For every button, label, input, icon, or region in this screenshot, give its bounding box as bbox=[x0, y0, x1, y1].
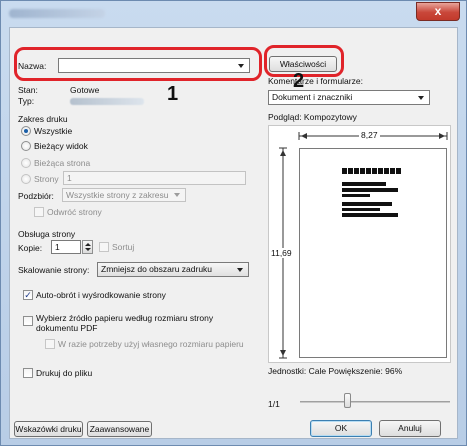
chevron-down-icon bbox=[418, 95, 424, 100]
collate-checkbox[interactable] bbox=[99, 242, 109, 252]
copies-input[interactable]: 1 bbox=[51, 240, 81, 254]
print-to-file-checkbox[interactable] bbox=[23, 368, 33, 378]
preview-text-line bbox=[342, 188, 398, 192]
print-dialog-window: x Nazwa: Stan: Gotowe Typ: Właściwości K… bbox=[0, 0, 467, 446]
spin-up-icon bbox=[85, 243, 91, 246]
status-label: Stan: bbox=[18, 85, 38, 95]
page-slider-track[interactable] bbox=[300, 401, 450, 403]
type-value bbox=[70, 98, 144, 105]
height-dimension: 11,69 bbox=[271, 248, 292, 258]
auto-rotate-label: Auto-obrót i wyśrodkowanie strony bbox=[36, 290, 166, 300]
ok-button[interactable]: OK bbox=[310, 420, 372, 437]
cancel-button[interactable]: Anuluj bbox=[379, 420, 441, 437]
preview-text-line bbox=[342, 202, 392, 206]
preview-text-line bbox=[342, 182, 386, 186]
page-indicator: 1/1 bbox=[268, 399, 280, 409]
units-zoom-label: Jednostki: Cale Powiększenie: 96% bbox=[268, 366, 403, 376]
spin-down-icon bbox=[85, 248, 91, 251]
custom-size-label: W razie potrzeby użyj własnego rozmiaru … bbox=[58, 339, 244, 349]
collate-label: Sortuj bbox=[112, 242, 135, 252]
preview-text-line bbox=[342, 213, 398, 217]
print-range-group bbox=[14, 119, 250, 224]
close-button[interactable]: x bbox=[416, 2, 460, 21]
chevron-down-icon bbox=[237, 267, 243, 272]
scaling-select[interactable]: Zmniejsz do obszaru zadruku bbox=[97, 262, 249, 277]
scaling-value: Zmniejsz do obszaru zadruku bbox=[101, 264, 213, 274]
preview-label: Podgląd: Kompozytowy bbox=[268, 112, 357, 122]
dialog-body: Nazwa: Stan: Gotowe Typ: Właściwości Kom… bbox=[9, 27, 458, 439]
title-bar: x bbox=[1, 1, 466, 27]
scaling-label: Skalowanie strony: bbox=[18, 265, 90, 275]
callout-box-1 bbox=[14, 47, 262, 81]
print-to-file-label: Drukuj do pliku bbox=[36, 368, 93, 378]
copies-spinner[interactable] bbox=[82, 240, 93, 254]
page-handling-title: Obsługa strony bbox=[18, 229, 76, 239]
print-hints-button[interactable]: Wskazówki druku bbox=[14, 421, 83, 437]
copies-value: 1 bbox=[55, 242, 60, 252]
auto-rotate-checkbox[interactable]: ✓ bbox=[23, 290, 33, 300]
status-value: Gotowe bbox=[70, 85, 100, 95]
page-slider-thumb[interactable] bbox=[344, 393, 351, 408]
copies-label: Kopie: bbox=[18, 243, 43, 253]
comments-label: Komentarze i formularze: bbox=[268, 76, 363, 86]
comments-value: Dokument i znaczniki bbox=[272, 92, 353, 102]
preview-title-bar bbox=[342, 168, 402, 174]
custom-size-checkbox[interactable] bbox=[45, 339, 55, 349]
callout-number-1: 1 bbox=[167, 83, 179, 105]
advanced-button[interactable]: Zaawansowane bbox=[87, 421, 152, 437]
choose-source-checkbox[interactable] bbox=[23, 316, 33, 326]
choose-source-label: Wybierz źródło papieru według rozmiaru s… bbox=[36, 313, 214, 333]
type-label: Typ: bbox=[18, 96, 35, 106]
preview-area: 8,27 11,69 bbox=[268, 125, 451, 363]
preview-text-line bbox=[342, 194, 370, 197]
preview-page bbox=[299, 148, 447, 358]
preview-text-line bbox=[342, 208, 380, 211]
callout-number-2: 2 bbox=[293, 70, 305, 92]
window-title bbox=[9, 9, 105, 18]
width-dimension: 8,27 bbox=[359, 130, 380, 140]
